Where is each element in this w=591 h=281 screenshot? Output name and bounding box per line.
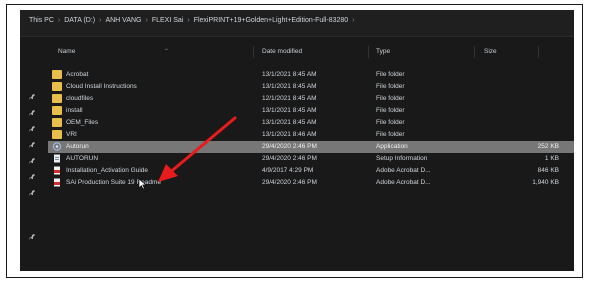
- column-header-type[interactable]: Type: [376, 48, 390, 55]
- pin-icon[interactable]: [28, 93, 36, 101]
- file-type: File folder: [376, 83, 405, 90]
- pin-icon[interactable]: [28, 125, 36, 133]
- file-name: VRI: [66, 131, 77, 138]
- file-date: 13/1/2021 8:45 AM: [262, 107, 317, 114]
- pin-icon[interactable]: [28, 157, 36, 165]
- file-row-readme[interactable]: SAi Production Suite 19 Readme 29/4/2020…: [48, 177, 574, 189]
- folder-icon: [52, 130, 62, 139]
- pin-icon[interactable]: [28, 173, 36, 181]
- pin-icon[interactable]: [28, 233, 36, 241]
- file-type: File folder: [376, 119, 405, 126]
- column-headers: Name ⌃ Date modified Type Size: [48, 45, 574, 61]
- file-row-cloud-install-instructions[interactable]: Cloud Install Instructions 13/1/2021 8:4…: [48, 81, 574, 93]
- file-type: File folder: [376, 131, 405, 138]
- mouse-cursor-icon: [138, 178, 147, 190]
- file-size: 252 KB: [537, 143, 559, 150]
- pin-icon[interactable]: [28, 141, 36, 149]
- file-name: install: [66, 107, 83, 114]
- sort-indicator-icon: ⌃: [164, 49, 170, 55]
- column-divider[interactable]: [253, 46, 254, 58]
- file-row-autorun-exe[interactable]: Autorun 29/4/2020 2:46 PM Application 25…: [48, 141, 574, 153]
- file-name: AUTORUN: [66, 155, 99, 162]
- file-type: File folder: [376, 95, 405, 102]
- file-date: 4/9/2017 4:29 PM: [262, 167, 314, 174]
- pdf-icon: [52, 178, 62, 187]
- pin-icon[interactable]: [28, 109, 36, 117]
- breadcrumb: This PC › DATA (D:) › ANH VANG › FLEXI Sai › Fle…: [29, 17, 359, 24]
- file-type: File folder: [376, 107, 405, 114]
- file-size: 1 KB: [544, 155, 559, 162]
- breadcrumb-this-pc[interactable]: This PC: [29, 17, 54, 24]
- navigation-pane: [20, 37, 48, 271]
- file-row-cloudfiles[interactable]: cloudfiles 12/1/2021 8:45 AM File folder: [48, 93, 574, 105]
- file-row-install[interactable]: install 13/1/2021 8:45 AM File folder: [48, 105, 574, 117]
- file-row-installation-guide[interactable]: Installation_Activation Guide 4/9/2017 4…: [48, 165, 574, 177]
- folder-icon: [52, 106, 62, 115]
- file-size: 1,940 KB: [532, 179, 559, 186]
- red-arrow-annotation-icon: [158, 116, 237, 182]
- breadcrumb-expand-icon[interactable]: ›: [352, 17, 354, 24]
- breadcrumb-separator-icon: ›: [187, 17, 190, 24]
- file-row-autorun-inf[interactable]: AUTORUN 29/4/2020 2:46 PM Setup Informat…: [48, 153, 574, 165]
- file-row-oem-files[interactable]: OEM_Files 13/1/2021 8:45 AM File folder: [48, 117, 574, 129]
- breadcrumb-flexi-sai[interactable]: FLEXI Sai: [152, 17, 184, 24]
- file-size: 846 KB: [537, 167, 559, 174]
- file-name: Acrobat: [66, 71, 89, 78]
- breadcrumb-anh-vang[interactable]: ANH VANG: [105, 17, 141, 24]
- column-header-name[interactable]: Name: [58, 48, 75, 55]
- column-divider[interactable]: [368, 46, 369, 58]
- file-explorer-window: This PC › DATA (D:) › ANH VANG › FLEXI Sai › Fle…: [20, 10, 574, 271]
- file-name: cloudfiles: [66, 95, 94, 102]
- column-header-size[interactable]: Size: [484, 48, 497, 55]
- breadcrumb-separator-icon: ›: [145, 17, 148, 24]
- file-name: Autorun: [66, 143, 89, 150]
- folder-icon: [52, 94, 62, 103]
- file-type: Setup Information: [376, 155, 428, 162]
- address-bar[interactable]: This PC › DATA (D:) › ANH VANG › FLEXI Sai › Fle…: [20, 10, 574, 37]
- file-name: OEM_Files: [66, 119, 99, 126]
- file-date: 29/4/2020 2:46 PM: [262, 155, 317, 162]
- breadcrumb-separator-icon: ›: [99, 17, 102, 24]
- breadcrumb-current-folder[interactable]: FlexiPRINT+19+Golden+Light+Edition-Full-…: [194, 17, 348, 24]
- file-row-acrobat[interactable]: Acrobat 13/1/2021 8:45 AM File folder: [48, 69, 574, 81]
- breadcrumb-data-drive[interactable]: DATA (D:): [64, 17, 95, 24]
- folder-icon: [52, 82, 62, 91]
- folder-icon: [52, 118, 62, 127]
- file-type: Adobe Acrobat D...: [376, 167, 431, 174]
- file-name: Installation_Activation Guide: [66, 167, 149, 174]
- setup-info-icon: [52, 154, 62, 163]
- breadcrumb-separator-icon: ›: [57, 17, 61, 24]
- file-date: 13/1/2021 8:45 AM: [262, 119, 317, 126]
- application-icon: [52, 142, 62, 151]
- pdf-icon: [52, 166, 62, 175]
- file-date: 13/1/2021 8:45 AM: [262, 83, 317, 90]
- file-date: 13/1/2021 8:46 AM: [262, 131, 317, 138]
- folder-icon: [52, 70, 62, 79]
- file-type: File folder: [376, 71, 405, 78]
- column-divider[interactable]: [474, 46, 475, 58]
- file-date: 13/1/2021 8:45 AM: [262, 71, 317, 78]
- file-row-vri[interactable]: VRI 13/1/2021 8:46 AM File folder: [48, 129, 574, 141]
- pin-icon[interactable]: [28, 189, 36, 197]
- file-type: Application: [376, 143, 408, 150]
- file-date: 12/1/2021 8:45 AM: [262, 95, 317, 102]
- column-header-date[interactable]: Date modified: [262, 48, 302, 55]
- file-date: 29/4/2020 2:46 PM: [262, 179, 317, 186]
- file-type: Adobe Acrobat D...: [376, 179, 431, 186]
- column-divider[interactable]: [538, 46, 539, 58]
- file-date: 29/4/2020 2:46 PM: [262, 143, 317, 150]
- file-name: Cloud Install Instructions: [66, 83, 137, 90]
